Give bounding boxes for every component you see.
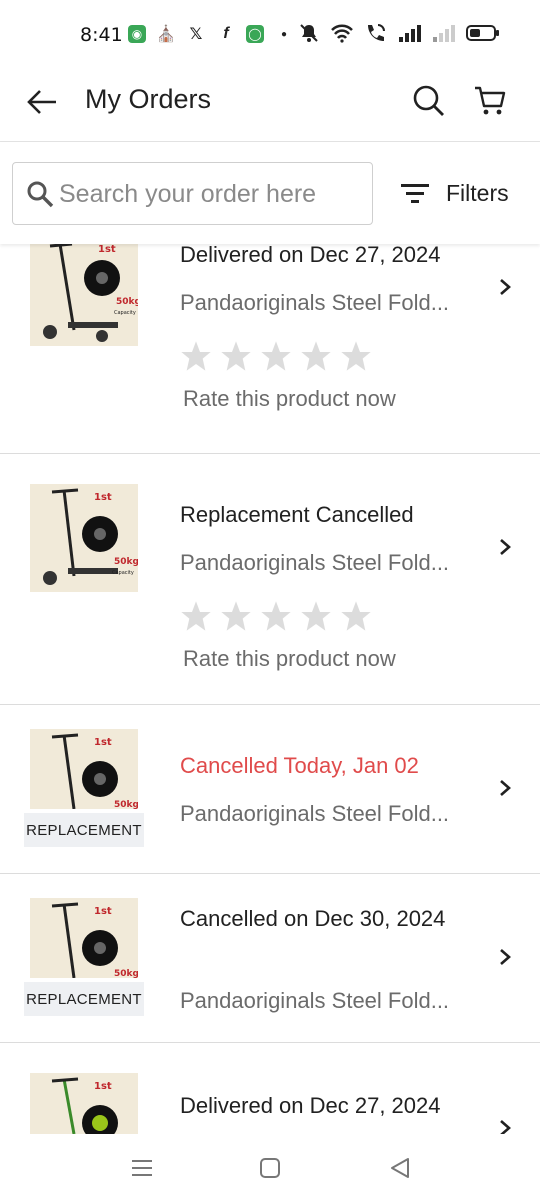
order-status: Cancelled on Dec 30, 2024 bbox=[180, 906, 446, 931]
star-icon[interactable] bbox=[180, 600, 212, 632]
product-name: Pandaoriginals Steel Fold... bbox=[180, 290, 450, 315]
rating-stars[interactable] bbox=[180, 340, 372, 372]
order-status: Delivered on Dec 27, 2024 bbox=[180, 244, 441, 267]
status-right-icons bbox=[298, 22, 500, 44]
svg-text:50kg: 50kg bbox=[114, 800, 138, 809]
search-input[interactable] bbox=[59, 173, 359, 215]
star-icon[interactable] bbox=[260, 340, 292, 372]
status-left-icons: ◉ ⛪ 𝕏 f ◯ ● bbox=[128, 24, 294, 44]
system-nav-bar bbox=[0, 1134, 540, 1200]
status-bar: 8:41 ◉ ⛪ 𝕏 f ◯ ● bbox=[0, 0, 540, 72]
android-app-icon: ◉ bbox=[128, 25, 146, 43]
rating-stars[interactable] bbox=[180, 600, 372, 632]
order-item[interactable]: 1st 50kg Capacity Delivered on Dec 27, 2… bbox=[0, 244, 540, 454]
chevron-right-icon bbox=[500, 279, 511, 295]
product-thumbnail: 1st 50kg bbox=[30, 729, 138, 809]
star-icon[interactable] bbox=[180, 340, 212, 372]
scooter-image: 1st 50kg Capacity bbox=[30, 244, 138, 346]
search-box[interactable] bbox=[12, 162, 373, 225]
filter-icon bbox=[401, 184, 429, 203]
order-status: Replacement Cancelled bbox=[180, 502, 414, 527]
app-header: My Orders bbox=[0, 72, 540, 142]
order-item[interactable]: 1st Delivered on Dec 27, 2024 bbox=[0, 1043, 540, 1134]
search-icon bbox=[27, 181, 54, 208]
product-thumbnail: 1st 50kg Capacity bbox=[30, 484, 138, 592]
product-name: Pandaoriginals Steel Fold... bbox=[180, 988, 450, 1013]
green-app-icon: ◯ bbox=[246, 25, 264, 43]
flipkart-icon: f bbox=[223, 25, 229, 42]
order-list: 1st 50kg Capacity Delivered on Dec 27, 2… bbox=[0, 244, 540, 1134]
scooter-image: 1st 50kg bbox=[30, 898, 138, 978]
cart-button[interactable] bbox=[472, 82, 508, 118]
signal-weak-icon bbox=[433, 25, 455, 42]
chevron-right-icon bbox=[500, 1120, 511, 1134]
search-filter-bar: Filters bbox=[0, 142, 540, 244]
dot-icon: ● bbox=[280, 28, 288, 40]
order-item[interactable]: 1st 50kg REPLACEMENT Cancelled on Dec 30… bbox=[0, 874, 540, 1043]
svg-text:1st: 1st bbox=[98, 244, 116, 255]
svg-text:1st: 1st bbox=[94, 492, 112, 503]
svg-text:50kg: 50kg bbox=[114, 557, 138, 567]
order-status: Cancelled Today, Jan 02 bbox=[180, 753, 419, 778]
star-icon[interactable] bbox=[340, 600, 372, 632]
signal-icon bbox=[399, 25, 421, 42]
status-time: 8:41 bbox=[80, 24, 123, 46]
mute-icon bbox=[300, 24, 318, 42]
product-name: Pandaoriginals Steel Fold... bbox=[180, 801, 450, 826]
svg-text:1st: 1st bbox=[94, 737, 112, 748]
product-name: Pandaoriginals Steel Fold... bbox=[180, 550, 450, 575]
rate-product-link[interactable]: Rate this product now bbox=[183, 646, 396, 672]
menu-icon[interactable] bbox=[128, 1154, 156, 1182]
filters-label: Filters bbox=[446, 179, 509, 206]
svg-text:50kg: 50kg bbox=[114, 969, 138, 978]
order-item[interactable]: 1st 50kg REPLACEMENT Cancelled Today, Ja… bbox=[0, 705, 540, 874]
replacement-badge: REPLACEMENT bbox=[24, 982, 144, 1016]
x-icon: 𝕏 bbox=[189, 26, 203, 43]
back-triangle-icon[interactable] bbox=[386, 1154, 414, 1182]
star-icon[interactable] bbox=[260, 600, 292, 632]
scooter-image: 1st bbox=[30, 1073, 138, 1134]
product-thumbnail: 1st 50kg bbox=[30, 898, 138, 978]
wifi-call-icon bbox=[368, 24, 385, 41]
star-icon[interactable] bbox=[300, 600, 332, 632]
svg-text:Capacity: Capacity bbox=[114, 310, 136, 316]
star-icon[interactable] bbox=[220, 600, 252, 632]
product-thumbnail: 1st 50kg Capacity bbox=[30, 244, 138, 346]
chevron-right-icon bbox=[500, 780, 511, 796]
filters-button[interactable]: Filters bbox=[400, 176, 509, 210]
svg-text:1st: 1st bbox=[94, 906, 112, 917]
arrow-left-icon bbox=[27, 90, 56, 114]
home-square-icon[interactable] bbox=[256, 1154, 284, 1182]
scooter-image: 1st 50kg bbox=[30, 729, 138, 809]
rate-product-link[interactable]: Rate this product now bbox=[183, 386, 396, 412]
order-item[interactable]: 1st 50kg Capacity Replacement Cancelled … bbox=[0, 454, 540, 705]
search-icon bbox=[413, 85, 444, 116]
order-status: Delivered on Dec 27, 2024 bbox=[180, 1093, 441, 1118]
svg-text:50kg: 50kg bbox=[116, 297, 138, 307]
star-icon[interactable] bbox=[220, 340, 252, 372]
scooter-image: 1st 50kg Capacity bbox=[30, 484, 138, 592]
back-button[interactable] bbox=[24, 84, 60, 120]
page-title: My Orders bbox=[85, 84, 212, 114]
cart-icon bbox=[475, 86, 506, 115]
battery-icon bbox=[466, 25, 499, 41]
mosque-icon: ⛪ bbox=[156, 26, 176, 43]
product-thumbnail: 1st bbox=[30, 1073, 138, 1134]
wifi-icon bbox=[331, 24, 353, 43]
replacement-badge: REPLACEMENT bbox=[24, 813, 144, 847]
chevron-right-icon bbox=[500, 949, 511, 965]
star-icon[interactable] bbox=[300, 340, 332, 372]
chevron-right-icon bbox=[500, 539, 511, 555]
star-icon[interactable] bbox=[340, 340, 372, 372]
svg-text:Capacity: Capacity bbox=[112, 570, 134, 576]
svg-text:1st: 1st bbox=[94, 1081, 112, 1092]
header-search-button[interactable] bbox=[410, 82, 446, 118]
